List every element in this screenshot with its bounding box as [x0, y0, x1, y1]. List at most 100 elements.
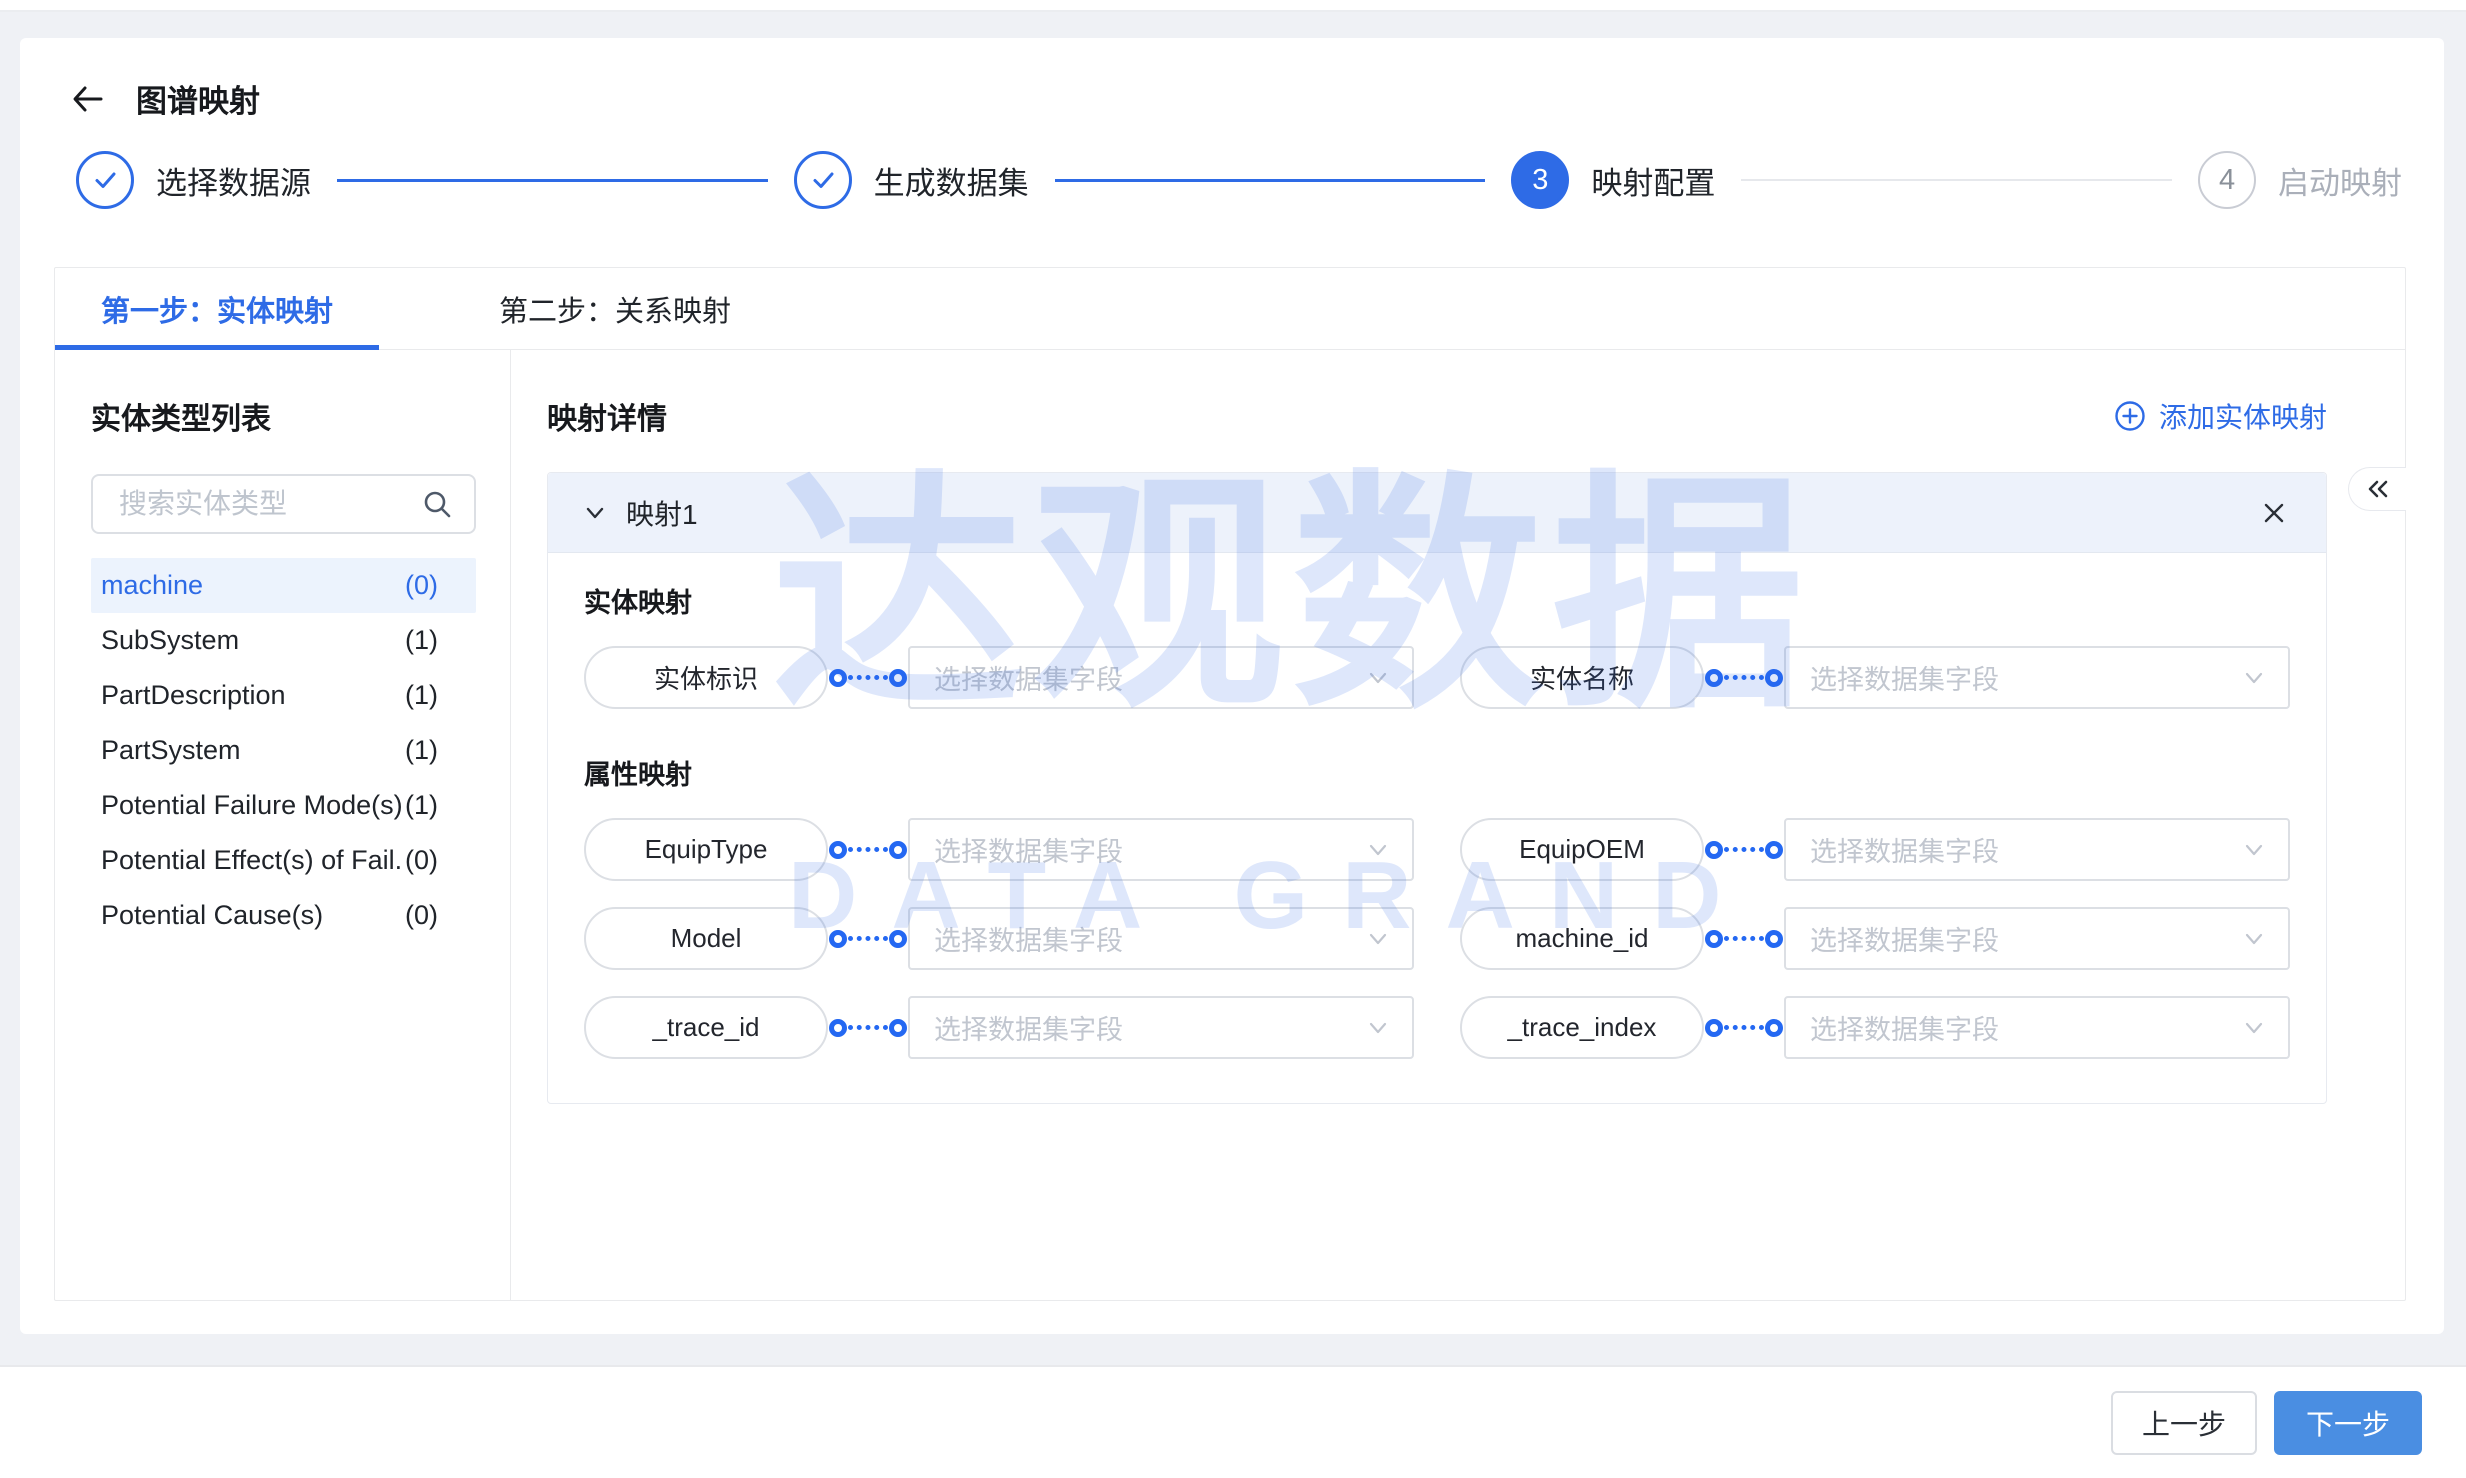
- entity-count: (0): [405, 900, 438, 931]
- entity-item-potential-effects[interactable]: Potential Effect(s) of Fail... (0): [91, 833, 476, 888]
- connector-ring: [829, 841, 847, 859]
- step-1-check-circle: [76, 151, 134, 209]
- previous-step-button[interactable]: 上一步: [2111, 1391, 2257, 1455]
- tab-entity-mapping[interactable]: 第一步：实体映射: [55, 268, 379, 349]
- step-connector-line: [1055, 179, 1486, 182]
- entity-count: (0): [405, 570, 438, 601]
- connector-ring: [829, 930, 847, 948]
- entity-count: (1): [405, 735, 438, 766]
- field-pill: 实体标识: [584, 646, 828, 709]
- step-2-check-circle: [794, 151, 852, 209]
- next-step-button[interactable]: 下一步: [2274, 1391, 2422, 1455]
- entity-list: machine (0) SubSystem (1) PartDescriptio…: [91, 558, 476, 943]
- dataset-field-select[interactable]: 选择数据集字段: [1784, 996, 2290, 1059]
- entity-name: PartDescription: [101, 680, 286, 711]
- field-pill: EquipOEM: [1460, 818, 1704, 881]
- field-group-entity-name: 实体名称 选择数据集字段: [1460, 646, 2290, 709]
- connector: [828, 841, 908, 859]
- dataset-field-select[interactable]: 选择数据集字段: [908, 907, 1414, 970]
- connector-dots: [1724, 936, 1764, 941]
- connector-ring: [1765, 1019, 1783, 1037]
- entity-search-box: [91, 474, 476, 534]
- dataset-field-select[interactable]: 选择数据集字段: [1784, 907, 2290, 970]
- connector: [828, 1019, 908, 1037]
- step-connector-line: [337, 179, 768, 182]
- entity-item-potential-causes[interactable]: Potential Cause(s) (0): [91, 888, 476, 943]
- chevron-down-icon: [1364, 1014, 1392, 1042]
- chevron-down-icon: [2240, 1014, 2268, 1042]
- field-pill: _trace_id: [584, 996, 828, 1059]
- select-placeholder: 选择数据集字段: [1810, 919, 1999, 958]
- connector-dots: [1724, 1025, 1764, 1030]
- select-placeholder: 选择数据集字段: [934, 919, 1123, 958]
- close-icon[interactable]: [2254, 493, 2294, 533]
- entity-item-subsystem[interactable]: SubSystem (1): [91, 613, 476, 668]
- dataset-field-select[interactable]: 选择数据集字段: [908, 646, 1414, 709]
- connector-dots: [1724, 847, 1764, 852]
- add-entity-mapping-label: 添加实体映射: [2159, 396, 2327, 436]
- chevron-down-icon: [1364, 836, 1392, 864]
- connector: [1704, 669, 1784, 687]
- field-pill: machine_id: [1460, 907, 1704, 970]
- tab-relation-mapping[interactable]: 第二步：关系映射: [453, 268, 777, 349]
- connector-dots: [1724, 675, 1764, 680]
- field-pill: 实体名称: [1460, 646, 1704, 709]
- dataset-field-select[interactable]: 选择数据集字段: [908, 818, 1414, 881]
- attr-mapping-row: EquipType 选择数据集字段 EquipOEM: [584, 818, 2290, 881]
- select-placeholder: 选择数据集字段: [1810, 1008, 1999, 1047]
- step-4-number-circle: 4: [2198, 151, 2256, 209]
- connector-dots: [848, 1025, 888, 1030]
- entity-item-potential-failure-modes[interactable]: Potential Failure Mode(s) (1): [91, 778, 476, 833]
- top-strip: [0, 0, 2466, 12]
- mapping-detail-header: 映射详情 添加实体映射: [547, 394, 2327, 438]
- connector-ring: [1705, 930, 1723, 948]
- select-placeholder: 选择数据集字段: [934, 1008, 1123, 1047]
- entity-item-machine[interactable]: machine (0): [91, 558, 476, 613]
- field-pill: EquipType: [584, 818, 828, 881]
- connector-ring: [1765, 841, 1783, 859]
- field-group-trace-index: _trace_index 选择数据集字段: [1460, 996, 2290, 1059]
- collapse-panel-button[interactable]: [2348, 467, 2406, 511]
- connector-ring: [829, 669, 847, 687]
- connector: [828, 669, 908, 687]
- chevron-down-icon[interactable]: [580, 498, 610, 528]
- plus-circle-icon: [2113, 399, 2147, 433]
- connector-dots: [848, 847, 888, 852]
- mapping-card-body: 实体映射 实体标识 选择数据集字段 实体名: [548, 553, 2326, 1103]
- chevron-down-icon: [2240, 925, 2268, 953]
- entity-item-partsystem[interactable]: PartSystem (1): [91, 723, 476, 778]
- select-placeholder: 选择数据集字段: [934, 830, 1123, 869]
- check-icon: [88, 163, 122, 197]
- chevron-double-left-icon: [2362, 473, 2394, 505]
- dataset-field-select[interactable]: 选择数据集字段: [1784, 646, 2290, 709]
- entity-name: SubSystem: [101, 625, 239, 656]
- mapping-card: 映射1 实体映射 实体标识: [547, 472, 2327, 1104]
- check-icon: [806, 163, 840, 197]
- field-group-machine-id: machine_id 选择数据集字段: [1460, 907, 2290, 970]
- step-select-datasource: 选择数据源: [76, 151, 311, 209]
- entity-type-panel: 实体类型列表 machine (0) SubSystem (1): [55, 350, 511, 1301]
- field-group-trace-id: _trace_id 选择数据集字段: [584, 996, 1414, 1059]
- entity-search-input[interactable]: [119, 488, 420, 520]
- connector: [1704, 930, 1784, 948]
- back-button[interactable]: [66, 77, 110, 121]
- tab-content: 实体类型列表 machine (0) SubSystem (1): [55, 350, 2405, 1301]
- add-entity-mapping-button[interactable]: 添加实体映射: [2113, 396, 2327, 436]
- field-group-entity-id: 实体标识 选择数据集字段: [584, 646, 1414, 709]
- dataset-field-select[interactable]: 选择数据集字段: [1784, 818, 2290, 881]
- attr-mapping-section-label: 属性映射: [584, 753, 2290, 792]
- entity-name: Potential Cause(s): [101, 900, 323, 931]
- step-start-mapping: 4 启动映射: [2198, 151, 2402, 209]
- connector-ring: [889, 669, 907, 687]
- connector-ring: [889, 930, 907, 948]
- step-3-label: 映射配置: [1591, 158, 1715, 203]
- dataset-field-select[interactable]: 选择数据集字段: [908, 996, 1414, 1059]
- step-1-label: 选择数据源: [156, 158, 311, 203]
- entity-item-partdescription[interactable]: PartDescription (1): [91, 668, 476, 723]
- step-3-number-circle: 3: [1511, 151, 1569, 209]
- search-icon[interactable]: [420, 487, 454, 521]
- select-placeholder: 选择数据集字段: [934, 658, 1123, 697]
- chevron-down-icon: [2240, 836, 2268, 864]
- field-pill: _trace_index: [1460, 996, 1704, 1059]
- step-4-label: 启动映射: [2278, 158, 2402, 203]
